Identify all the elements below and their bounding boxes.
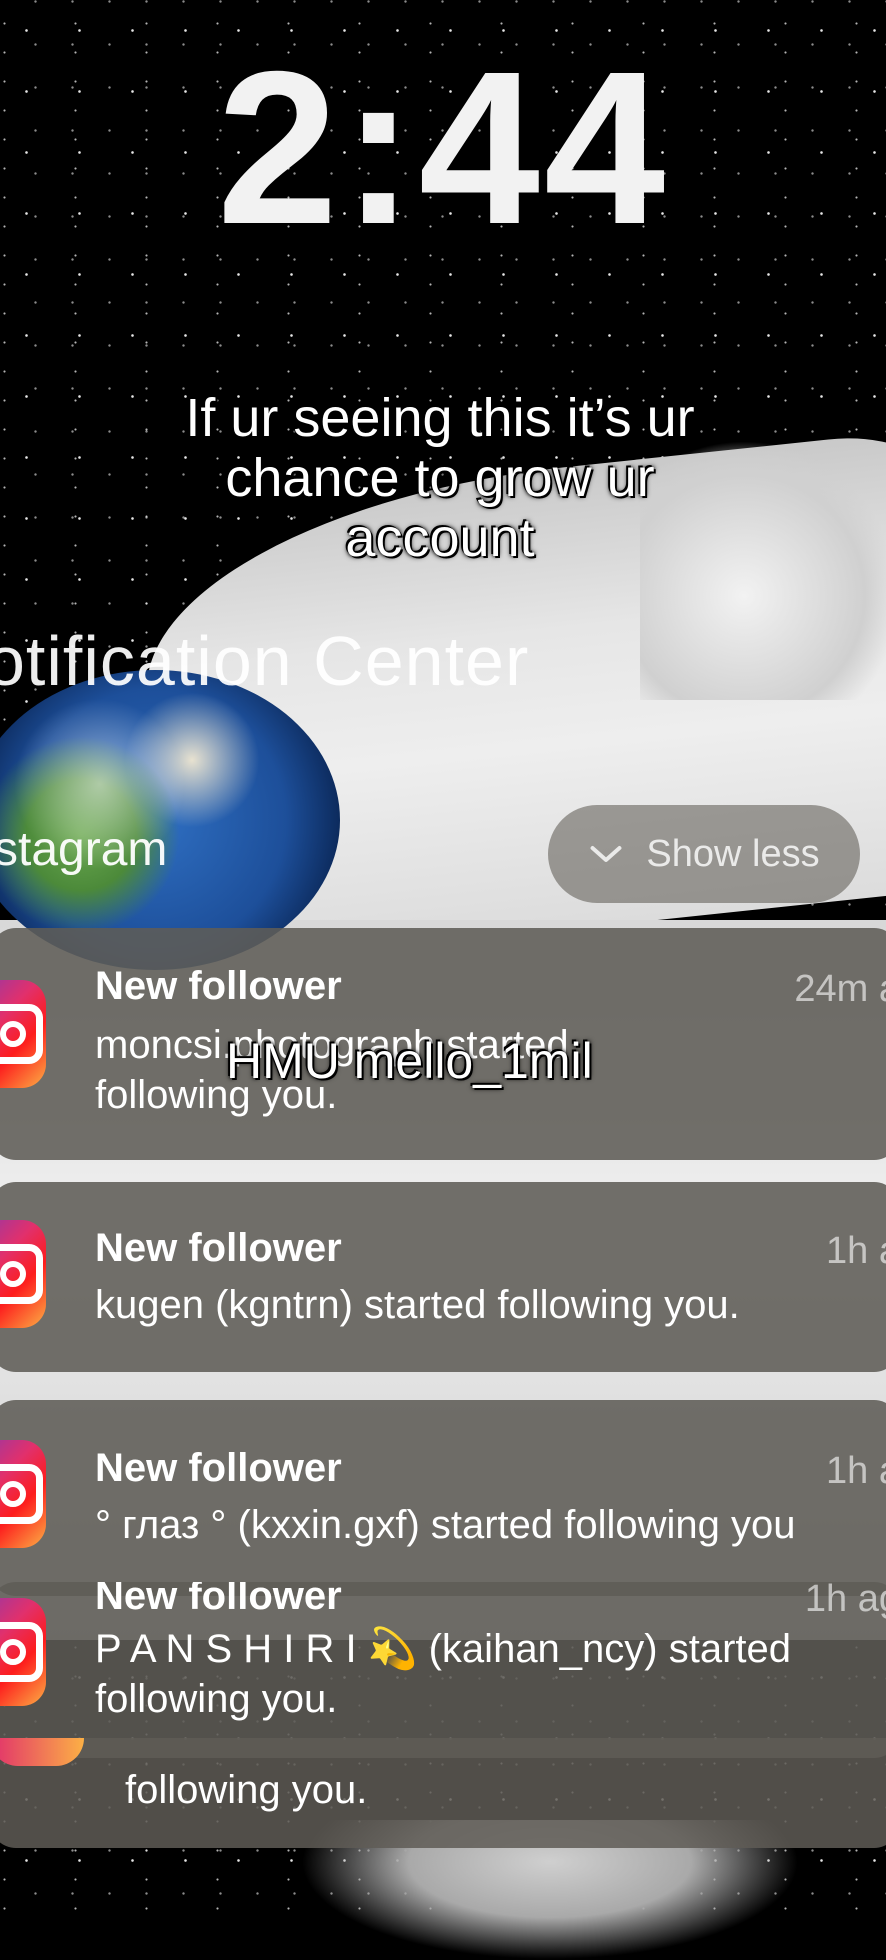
caption-line-1: If ur seeing this it’s ur bbox=[185, 388, 695, 448]
notification-body: P A N S H I R I 💫 (kaihan_ncy) started f… bbox=[95, 1624, 886, 1724]
app-group-name: stagram bbox=[0, 823, 168, 876]
notification-title: New follower bbox=[95, 964, 342, 1008]
notification-center-title: otification Center bbox=[0, 622, 530, 700]
notification-body-line-1: ° глаз ° (kxxin.gxf) started following y… bbox=[95, 1503, 796, 1547]
show-less-button[interactable]: Show less bbox=[548, 805, 860, 903]
notification-body: kugen (kgntrn) started following you. bbox=[95, 1280, 886, 1330]
instagram-icon bbox=[0, 1220, 46, 1328]
notification-card[interactable]: New follower 1h a ° глаз ° (kxxin.gxf) s… bbox=[0, 1400, 886, 1596]
notification-time: 1h a bbox=[826, 1230, 886, 1272]
notification-body-line-1: kugen (kgntrn) started following you. bbox=[95, 1283, 740, 1327]
caption-line-3: account bbox=[345, 508, 535, 568]
notification-body-line-1: following you. bbox=[125, 1768, 368, 1812]
notification-title: New follower bbox=[95, 1446, 342, 1490]
notification-body-line-1: P A N S H I R I 💫 (kaihan_ncy) started bbox=[95, 1627, 792, 1671]
notification-card[interactable]: following you. bbox=[0, 1738, 886, 1848]
notification-title: New follower bbox=[95, 1226, 342, 1270]
instagram-icon bbox=[0, 1598, 46, 1706]
notification-body-line-2: following you. bbox=[95, 1677, 338, 1721]
caption-line-2: chance to grow ur bbox=[225, 448, 655, 508]
show-less-label: Show less bbox=[646, 832, 820, 875]
notification-card[interactable]: New follower 1h ag P A N S H I R I 💫 (ka… bbox=[0, 1582, 886, 1758]
video-caption: If ur seeing this it’s ur chance to grow… bbox=[120, 388, 760, 568]
instagram-icon bbox=[0, 980, 46, 1088]
chevron-down-icon bbox=[590, 846, 622, 862]
notification-body: ° глаз ° (kxxin.gxf) started following y… bbox=[95, 1500, 886, 1550]
instagram-icon bbox=[0, 1738, 84, 1766]
lock-screen-clock: 2:44 bbox=[216, 27, 670, 270]
notification-time: 1h a bbox=[826, 1450, 886, 1492]
instagram-icon bbox=[0, 1440, 46, 1548]
notification-card[interactable]: New follower 1h a kugen (kgntrn) started… bbox=[0, 1182, 886, 1372]
overlay-promo-text: HMU mello_1mil bbox=[226, 1033, 593, 1089]
notification-title: New follower bbox=[95, 1582, 342, 1618]
notification-time: 24m a bbox=[794, 968, 886, 1010]
notification-time: 1h ag bbox=[804, 1582, 886, 1620]
